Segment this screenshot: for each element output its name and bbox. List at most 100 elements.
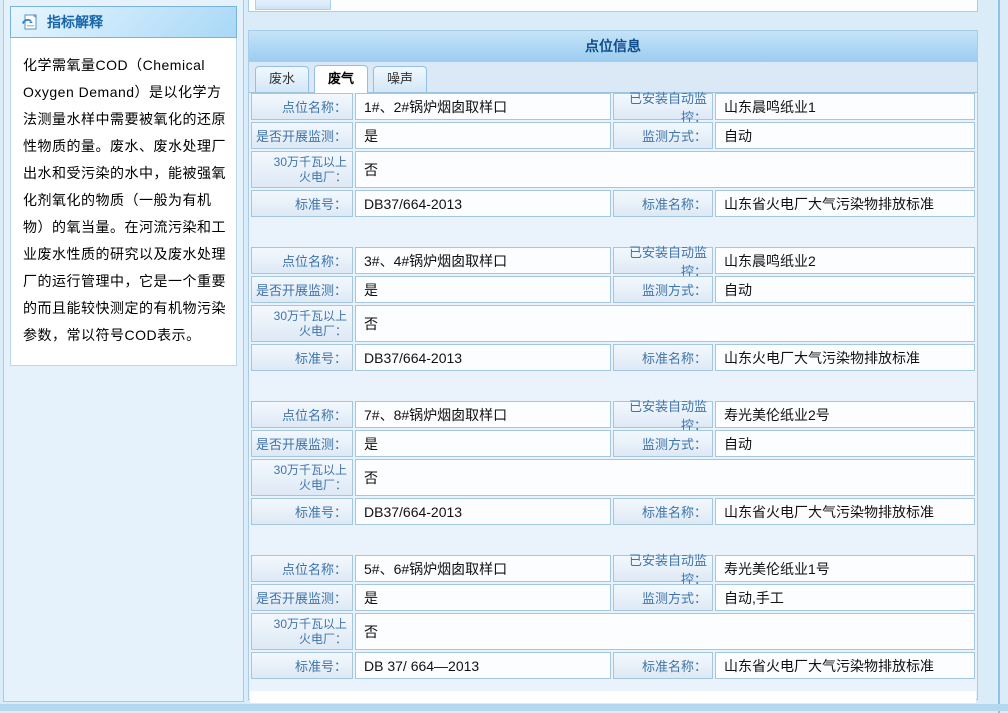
- thermal-plant-label-line2: 火电厂：: [299, 170, 347, 185]
- thermal-plant-label: 30万千瓦以上 火电厂：: [251, 305, 353, 342]
- monitoring-conducted-label: 是否开展监测：: [251, 430, 353, 457]
- thermal-plant-label-line1: 30万千瓦以上: [274, 617, 347, 632]
- table-row: 是否开展监测： 是 监测方式： 自动,手工: [251, 584, 975, 611]
- monitor-method-value: 自动: [715, 430, 975, 457]
- page-bottom-border: [0, 704, 1008, 711]
- table-row: 30万千瓦以上 火电厂： 否: [251, 151, 975, 188]
- monitor-method-label: 监测方式：: [613, 276, 713, 303]
- tab-wastewater[interactable]: 废水: [255, 66, 309, 92]
- thermal-plant-label-line2: 火电厂：: [299, 632, 347, 647]
- table-row: 点位名称： 5#、6#锅炉烟囱取样口 已安装自动监控： 寿光美伦纸业1号: [251, 555, 975, 582]
- point-name-value: 7#、8#锅炉烟囱取样口: [355, 401, 611, 428]
- standard-name-value: 山东省火电厂大气污染物排放标准: [715, 498, 975, 525]
- monitor-method-value: 自动,手工: [715, 584, 975, 611]
- standard-name-value: 山东省火电厂大气污染物排放标准: [715, 652, 975, 679]
- standard-name-label: 标准名称：: [613, 190, 713, 217]
- standard-no-label: 标准号：: [251, 190, 353, 217]
- thermal-plant-label-line1: 30万千瓦以上: [274, 155, 347, 170]
- table-row: 标准号： DB37/664-2013 标准名称： 山东省火电厂大气污染物排放标准: [251, 190, 975, 217]
- standard-no-value: DB37/664-2013: [355, 344, 611, 371]
- tab-strip: 废水废气噪声: [249, 62, 977, 93]
- page-right-border: [998, 0, 1000, 713]
- point-info-panel: 点位信息 废水废气噪声 点位名称： 1#、2#锅炉烟囱取样口 已安装自动监控： …: [248, 30, 978, 700]
- standard-no-label: 标准号：: [251, 652, 353, 679]
- indicator-explanation-text: 化学需氧量COD（Chemical Oxygen Demand）是以化学方法测量…: [10, 38, 237, 366]
- tab-noise[interactable]: 噪声: [373, 66, 427, 92]
- thermal-plant-label-line2: 火电厂：: [299, 478, 347, 493]
- thermal-plant-label: 30万千瓦以上 火电厂：: [251, 151, 353, 188]
- sidebar: 指标解释 化学需氧量COD（Chemical Oxygen Demand）是以化…: [3, 0, 244, 702]
- table-row: 点位名称： 7#、8#锅炉烟囱取样口 已安装自动监控： 寿光美伦纸业2号: [251, 401, 975, 428]
- standard-no-value: DB 37/ 664—2013: [355, 652, 611, 679]
- thermal-plant-value: 否: [355, 305, 975, 342]
- point-name-label: 点位名称：: [251, 401, 353, 428]
- point-info-block: 点位名称： 7#、8#锅炉烟囱取样口 已安装自动监控： 寿光美伦纸业2号 是否开…: [251, 401, 975, 525]
- monitor-method-label: 监测方式：: [613, 122, 713, 149]
- point-name-label: 点位名称：: [251, 555, 353, 582]
- standard-name-label: 标准名称：: [613, 498, 713, 525]
- point-name-label: 点位名称：: [251, 93, 353, 120]
- thermal-plant-value: 否: [355, 151, 975, 188]
- standard-name-label: 标准名称：: [613, 344, 713, 371]
- thermal-plant-label-line1: 30万千瓦以上: [274, 463, 347, 478]
- point-info-block: 点位名称： 3#、4#锅炉烟囱取样口 已安装自动监控： 山东晨鸣纸业2 是否开展…: [251, 247, 975, 371]
- table-row: 标准号： DB37/664-2013 标准名称： 山东火电厂大气污染物排放标准: [251, 344, 975, 371]
- tab-waste-gas[interactable]: 废气: [314, 65, 368, 93]
- thermal-plant-label: 30万千瓦以上 火电厂：: [251, 613, 353, 650]
- point-name-value: 3#、4#锅炉烟囱取样口: [355, 247, 611, 274]
- auto-monitor-value: 山东晨鸣纸业2: [715, 247, 975, 274]
- table-row: 点位名称： 3#、4#锅炉烟囱取样口 已安装自动监控： 山东晨鸣纸业2: [251, 247, 975, 274]
- table-row: 30万千瓦以上 火电厂： 否: [251, 305, 975, 342]
- auto-monitor-label: 已安装自动监控：: [613, 555, 713, 582]
- table-row: 点位名称： 1#、2#锅炉烟囱取样口 已安装自动监控： 山东晨鸣纸业1: [251, 93, 975, 120]
- panel-title: 点位信息: [249, 31, 977, 62]
- table-row: 30万千瓦以上 火电厂： 否: [251, 459, 975, 496]
- monitor-method-value: 自动: [715, 276, 975, 303]
- monitoring-conducted-value: 是: [355, 584, 611, 611]
- point-name-value: 1#、2#锅炉烟囱取样口: [355, 93, 611, 120]
- standard-no-value: DB37/664-2013: [355, 498, 611, 525]
- point-name-value: 5#、6#锅炉烟囱取样口: [355, 555, 611, 582]
- monitor-method-value: 自动: [715, 122, 975, 149]
- table-row: 是否开展监测： 是 监测方式： 自动: [251, 122, 975, 149]
- auto-monitor-label: 已安装自动监控：: [613, 93, 713, 120]
- table-row: 是否开展监测： 是 监测方式： 自动: [251, 276, 975, 303]
- monitoring-conducted-value: 是: [355, 122, 611, 149]
- standard-name-value: 山东省火电厂大气污染物排放标准: [715, 190, 975, 217]
- monitoring-conducted-value: 是: [355, 276, 611, 303]
- auto-monitor-value: 山东晨鸣纸业1: [715, 93, 975, 120]
- thermal-plant-value: 否: [355, 613, 975, 650]
- panel-bottom-strip: [250, 691, 976, 703]
- auto-monitor-value: 寿光美伦纸业2号: [715, 401, 975, 428]
- standard-no-label: 标准号：: [251, 344, 353, 371]
- monitor-method-label: 监测方式：: [613, 430, 713, 457]
- sidebar-title: 指标解释: [47, 12, 103, 32]
- auto-monitor-value: 寿光美伦纸业1号: [715, 555, 975, 582]
- point-info-block: 点位名称： 1#、2#锅炉烟囱取样口 已安装自动监控： 山东晨鸣纸业1 是否开展…: [251, 93, 975, 217]
- monitoring-conducted-label: 是否开展监测：: [251, 122, 353, 149]
- auto-monitor-label: 已安装自动监控：: [613, 401, 713, 428]
- point-info-block: 点位名称： 5#、6#锅炉烟囱取样口 已安装自动监控： 寿光美伦纸业1号 是否开…: [251, 555, 975, 679]
- table-row: 标准号： DB 37/ 664—2013 标准名称： 山东省火电厂大气污染物排放…: [251, 652, 975, 679]
- standard-no-value: DB37/664-2013: [355, 190, 611, 217]
- thermal-plant-label-line2: 火电厂：: [299, 324, 347, 339]
- table-row: 30万千瓦以上 火电厂： 否: [251, 613, 975, 650]
- standard-name-value: 山东火电厂大气污染物排放标准: [715, 344, 975, 371]
- standard-no-label: 标准号：: [251, 498, 353, 525]
- previous-panel-remnant: [248, 0, 978, 12]
- monitoring-conducted-value: 是: [355, 430, 611, 457]
- sidebar-header: 指标解释: [10, 6, 237, 38]
- point-blocks: 点位名称： 1#、2#锅炉烟囱取样口 已安装自动监控： 山东晨鸣纸业1 是否开展…: [249, 93, 977, 681]
- auto-monitor-label: 已安装自动监控：: [613, 247, 713, 274]
- monitoring-conducted-label: 是否开展监测：: [251, 584, 353, 611]
- monitor-method-label: 监测方式：: [613, 584, 713, 611]
- standard-name-label: 标准名称：: [613, 652, 713, 679]
- remnant-tab[interactable]: [255, 0, 331, 10]
- thermal-plant-value: 否: [355, 459, 975, 496]
- thermal-plant-label: 30万千瓦以上 火电厂：: [251, 459, 353, 496]
- thermal-plant-label-line1: 30万千瓦以上: [274, 309, 347, 324]
- table-row: 是否开展监测： 是 监测方式： 自动: [251, 430, 975, 457]
- point-name-label: 点位名称：: [251, 247, 353, 274]
- document-note-icon: [21, 14, 39, 30]
- monitoring-conducted-label: 是否开展监测：: [251, 276, 353, 303]
